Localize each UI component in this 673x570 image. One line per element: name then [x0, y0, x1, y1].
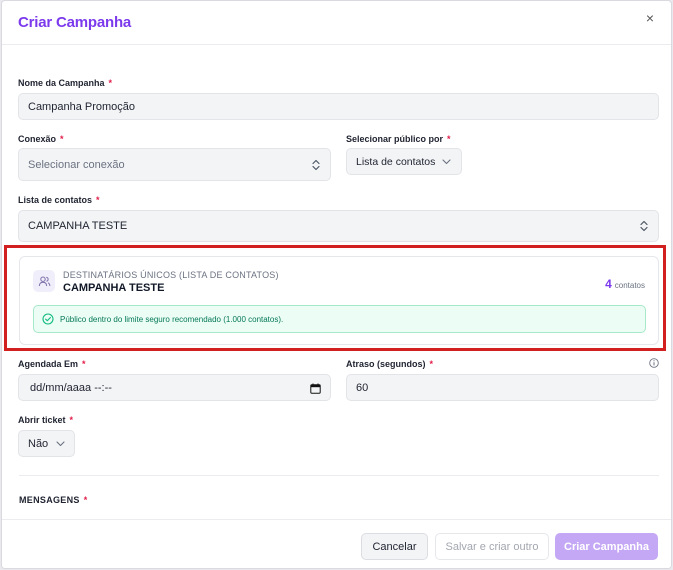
campaign-name-input[interactable]: Campanha Promoção: [18, 93, 659, 120]
audience-by-select[interactable]: Lista de contatos: [346, 148, 462, 175]
open-ticket-label: Abrir ticket *: [18, 415, 74, 425]
info-icon[interactable]: [649, 358, 659, 368]
save-and-create-another-button[interactable]: Salvar e criar outro: [435, 533, 549, 560]
recipients-summary-card: DESTINATÁRIOS ÚNICOS (LISTA DE CONTATOS)…: [19, 256, 659, 345]
contact-list-label: Lista de contatos *: [18, 195, 100, 205]
chevron-updown-icon: [312, 159, 320, 170]
users-icon: [33, 270, 55, 292]
connection-select[interactable]: Selecionar conexão: [18, 148, 331, 181]
recipients-count: 4 contatos: [605, 277, 645, 291]
close-icon[interactable]: ×: [642, 10, 658, 26]
contact-list-select[interactable]: CAMPANHA TESTE: [18, 210, 659, 242]
messages-section-title: MENSAGENS *: [19, 495, 88, 505]
recipients-count-unit: contatos: [614, 281, 645, 290]
scheduled-at-input[interactable]: dd/mm/aaaa --:--: [18, 374, 331, 401]
section-divider: [19, 475, 659, 476]
cancel-button[interactable]: Cancelar: [361, 533, 428, 560]
open-ticket-select[interactable]: Não: [18, 430, 75, 457]
create-campaign-modal: Criar Campanha × Nome da Campanha * Campa…: [1, 0, 672, 569]
audience-by-label: Selecionar público por *: [346, 134, 451, 144]
safe-limit-notice: Público dentro do limite seguro recomend…: [33, 305, 646, 333]
delay-label: Atraso (segundos) *: [346, 359, 434, 369]
safe-limit-notice-text: Público dentro do limite seguro recomend…: [60, 315, 284, 324]
modal-footer: Cancelar Salvar e criar outro Criar Camp…: [2, 519, 671, 568]
connection-label: Conexão *: [18, 134, 64, 144]
check-circle-icon: [42, 313, 54, 325]
scheduled-at-label: Agendada Em *: [18, 359, 86, 369]
chevron-down-icon: [56, 440, 65, 446]
recipients-count-number: 4: [605, 277, 612, 291]
modal-title: Criar Campanha: [18, 14, 132, 31]
recipients-subtitle: DESTINATÁRIOS ÚNICOS (LISTA DE CONTATOS): [63, 270, 279, 280]
modal-header: Criar Campanha ×: [2, 1, 671, 45]
chevron-updown-icon: [640, 220, 648, 232]
delay-input[interactable]: 60: [346, 374, 659, 401]
create-campaign-button[interactable]: Criar Campanha: [555, 533, 658, 560]
chevron-down-icon: [442, 158, 451, 164]
recipients-list-name: CAMPANHA TESTE: [63, 282, 165, 294]
campaign-name-label: Nome da Campanha *: [18, 78, 113, 88]
calendar-icon[interactable]: [310, 383, 321, 394]
